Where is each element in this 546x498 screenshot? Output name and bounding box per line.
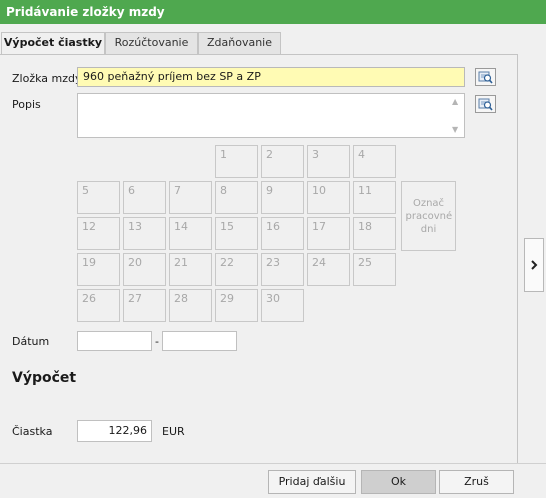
- footer-divider: [0, 463, 546, 464]
- cancel-button[interactable]: Zruš: [439, 470, 514, 494]
- calendar-day[interactable]: 4: [353, 145, 396, 178]
- side-panel-toggle[interactable]: [524, 238, 544, 292]
- date-to-input[interactable]: [162, 331, 237, 351]
- date-from-input[interactable]: [77, 331, 152, 351]
- calculation-title: Výpočet: [12, 370, 77, 386]
- mark-workdays-button[interactable]: Označ pracovné dni: [401, 181, 456, 251]
- scroll-up-arrow-icon[interactable]: ▲: [452, 97, 458, 106]
- calendar-day[interactable]: 2: [261, 145, 304, 178]
- calendar-day[interactable]: 24: [307, 253, 350, 286]
- component-label: Zložka mzdy: [12, 72, 82, 85]
- description-lookup-button[interactable]: [475, 95, 496, 113]
- tab-vypocet-ciastky[interactable]: Výpočet čiastky: [1, 32, 105, 55]
- calendar-day[interactable]: 6: [123, 181, 166, 214]
- tab-zdanovanie[interactable]: Zdaňovanie: [198, 32, 281, 54]
- calendar-day[interactable]: 12: [77, 217, 120, 250]
- calendar-day[interactable]: 3: [307, 145, 350, 178]
- calendar-day[interactable]: 17: [307, 217, 350, 250]
- calendar-day[interactable]: 21: [169, 253, 212, 286]
- calendar-day[interactable]: 11: [353, 181, 396, 214]
- calendar-day[interactable]: 22: [215, 253, 258, 286]
- calendar-day[interactable]: 27: [123, 289, 166, 322]
- date-label: Dátum: [12, 335, 50, 348]
- date-separator: -: [155, 335, 159, 348]
- calendar-day[interactable]: 5: [77, 181, 120, 214]
- component-input[interactable]: 960 peňažný príjem bez SP a ZP: [77, 67, 465, 87]
- calendar-day[interactable]: 8: [215, 181, 258, 214]
- calendar-day[interactable]: 10: [307, 181, 350, 214]
- calendar-day[interactable]: 9: [261, 181, 304, 214]
- magnifier-lookup-icon: [478, 71, 493, 84]
- chevron-right-icon: [531, 260, 538, 270]
- calendar-day[interactable]: 20: [123, 253, 166, 286]
- window-title: Pridávanie zložky mzdy: [0, 0, 546, 24]
- amount-input[interactable]: 122,96: [77, 420, 152, 442]
- calendar-day[interactable]: 28: [169, 289, 212, 322]
- add-next-button[interactable]: Pridaj ďalšiu: [268, 470, 356, 494]
- mark-workdays-label: Označ pracovné dni: [405, 197, 453, 235]
- component-lookup-button[interactable]: [475, 68, 496, 86]
- calendar-day[interactable]: 7: [169, 181, 212, 214]
- ok-button[interactable]: Ok: [361, 470, 436, 494]
- amount-label: Čiastka: [12, 425, 53, 438]
- calendar-day[interactable]: 13: [123, 217, 166, 250]
- calendar-day[interactable]: 29: [215, 289, 258, 322]
- calendar-day[interactable]: 15: [215, 217, 258, 250]
- calendar-day[interactable]: 30: [261, 289, 304, 322]
- scroll-down-arrow-icon[interactable]: ▼: [452, 125, 458, 134]
- magnifier-lookup-icon: [478, 98, 493, 111]
- calendar-day[interactable]: 25: [353, 253, 396, 286]
- calendar-day[interactable]: 23: [261, 253, 304, 286]
- description-label: Popis: [12, 98, 41, 111]
- description-textarea[interactable]: [77, 93, 465, 138]
- tab-rozuctovanie[interactable]: Rozúčtovanie: [105, 32, 198, 54]
- calendar-day[interactable]: 16: [261, 217, 304, 250]
- calendar-day[interactable]: 19: [77, 253, 120, 286]
- calendar-day[interactable]: 14: [169, 217, 212, 250]
- calendar-day[interactable]: 18: [353, 217, 396, 250]
- calendar-day[interactable]: 26: [77, 289, 120, 322]
- currency-label: EUR: [162, 425, 185, 438]
- calendar-day[interactable]: 1: [215, 145, 258, 178]
